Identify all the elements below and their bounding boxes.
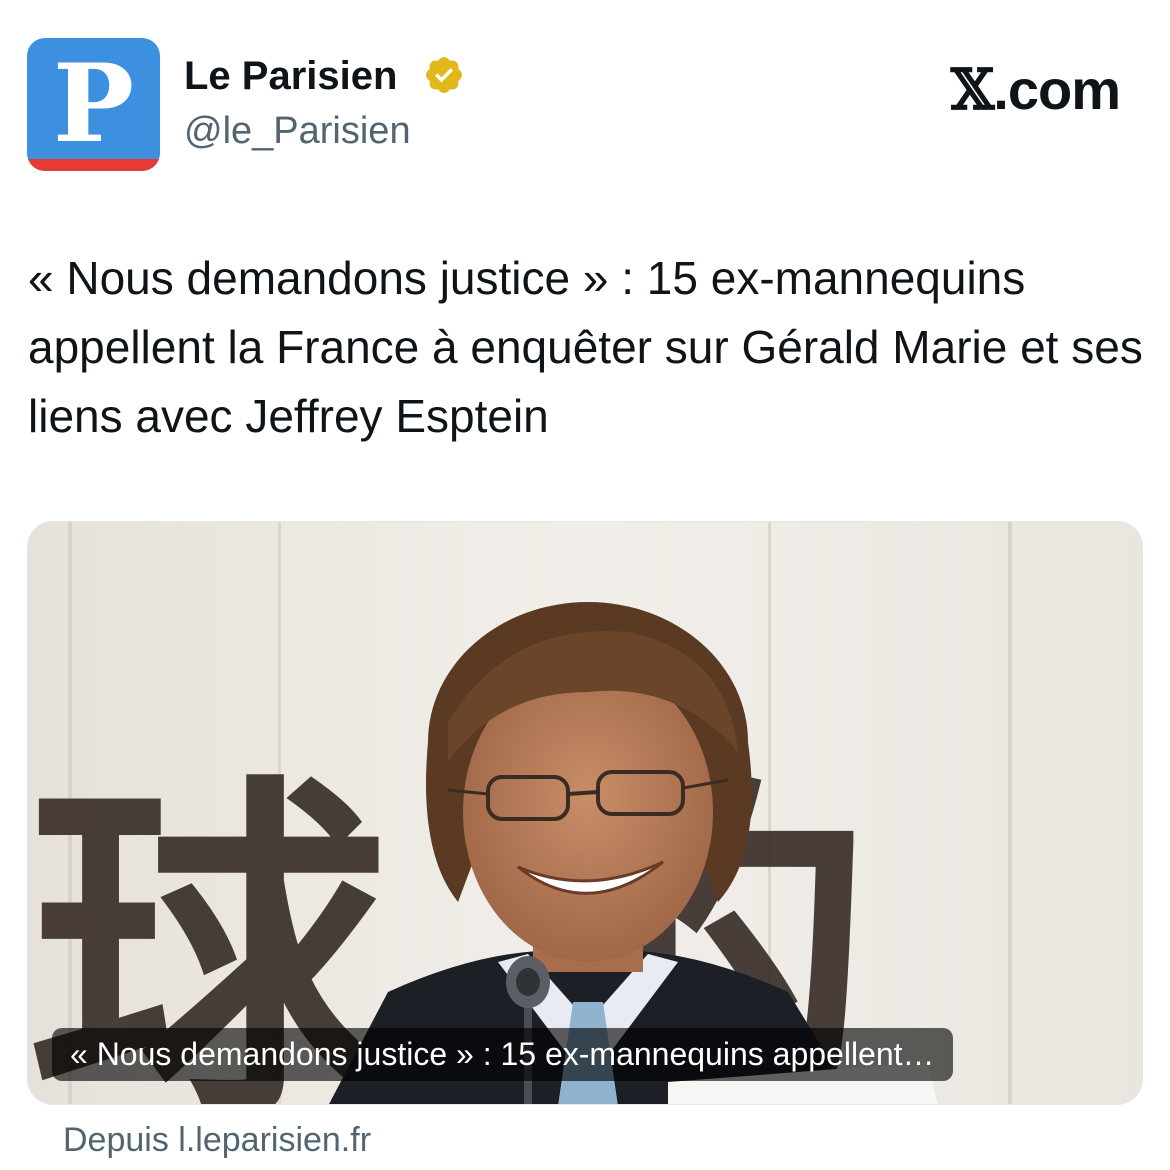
card-source-domain[interactable]: Depuis l.leparisien.fr bbox=[63, 1118, 371, 1162]
tweet-screenshot: P Le Parisien @le_Parisien 𝕏.com « Nous … bbox=[0, 0, 1170, 1170]
x-com-domain: .com bbox=[993, 58, 1121, 121]
verified-badge-icon bbox=[426, 57, 462, 93]
tweet-text: « Nous demandons justice » : 15 ex-manne… bbox=[28, 252, 1143, 442]
account-avatar[interactable]: P bbox=[27, 38, 160, 171]
link-preview-card[interactable]: 球 的 « Nous demandons justice »: 15 ex-m… bbox=[27, 521, 1143, 1105]
account-display-name[interactable]: Le Parisien bbox=[184, 52, 397, 100]
account-handle[interactable]: @le_Parisien bbox=[184, 108, 411, 154]
avatar-letter: P bbox=[52, 41, 135, 167]
card-image: 球 的 bbox=[28, 522, 1142, 1104]
card-title-overlay[interactable]: « Nous demandons justice » : 15 ex-manne… bbox=[52, 1028, 953, 1081]
x-com-logo: 𝕏.com bbox=[950, 57, 1121, 123]
x-logo-icon: 𝕏 bbox=[950, 57, 994, 123]
avatar-red-stripe bbox=[27, 159, 160, 171]
